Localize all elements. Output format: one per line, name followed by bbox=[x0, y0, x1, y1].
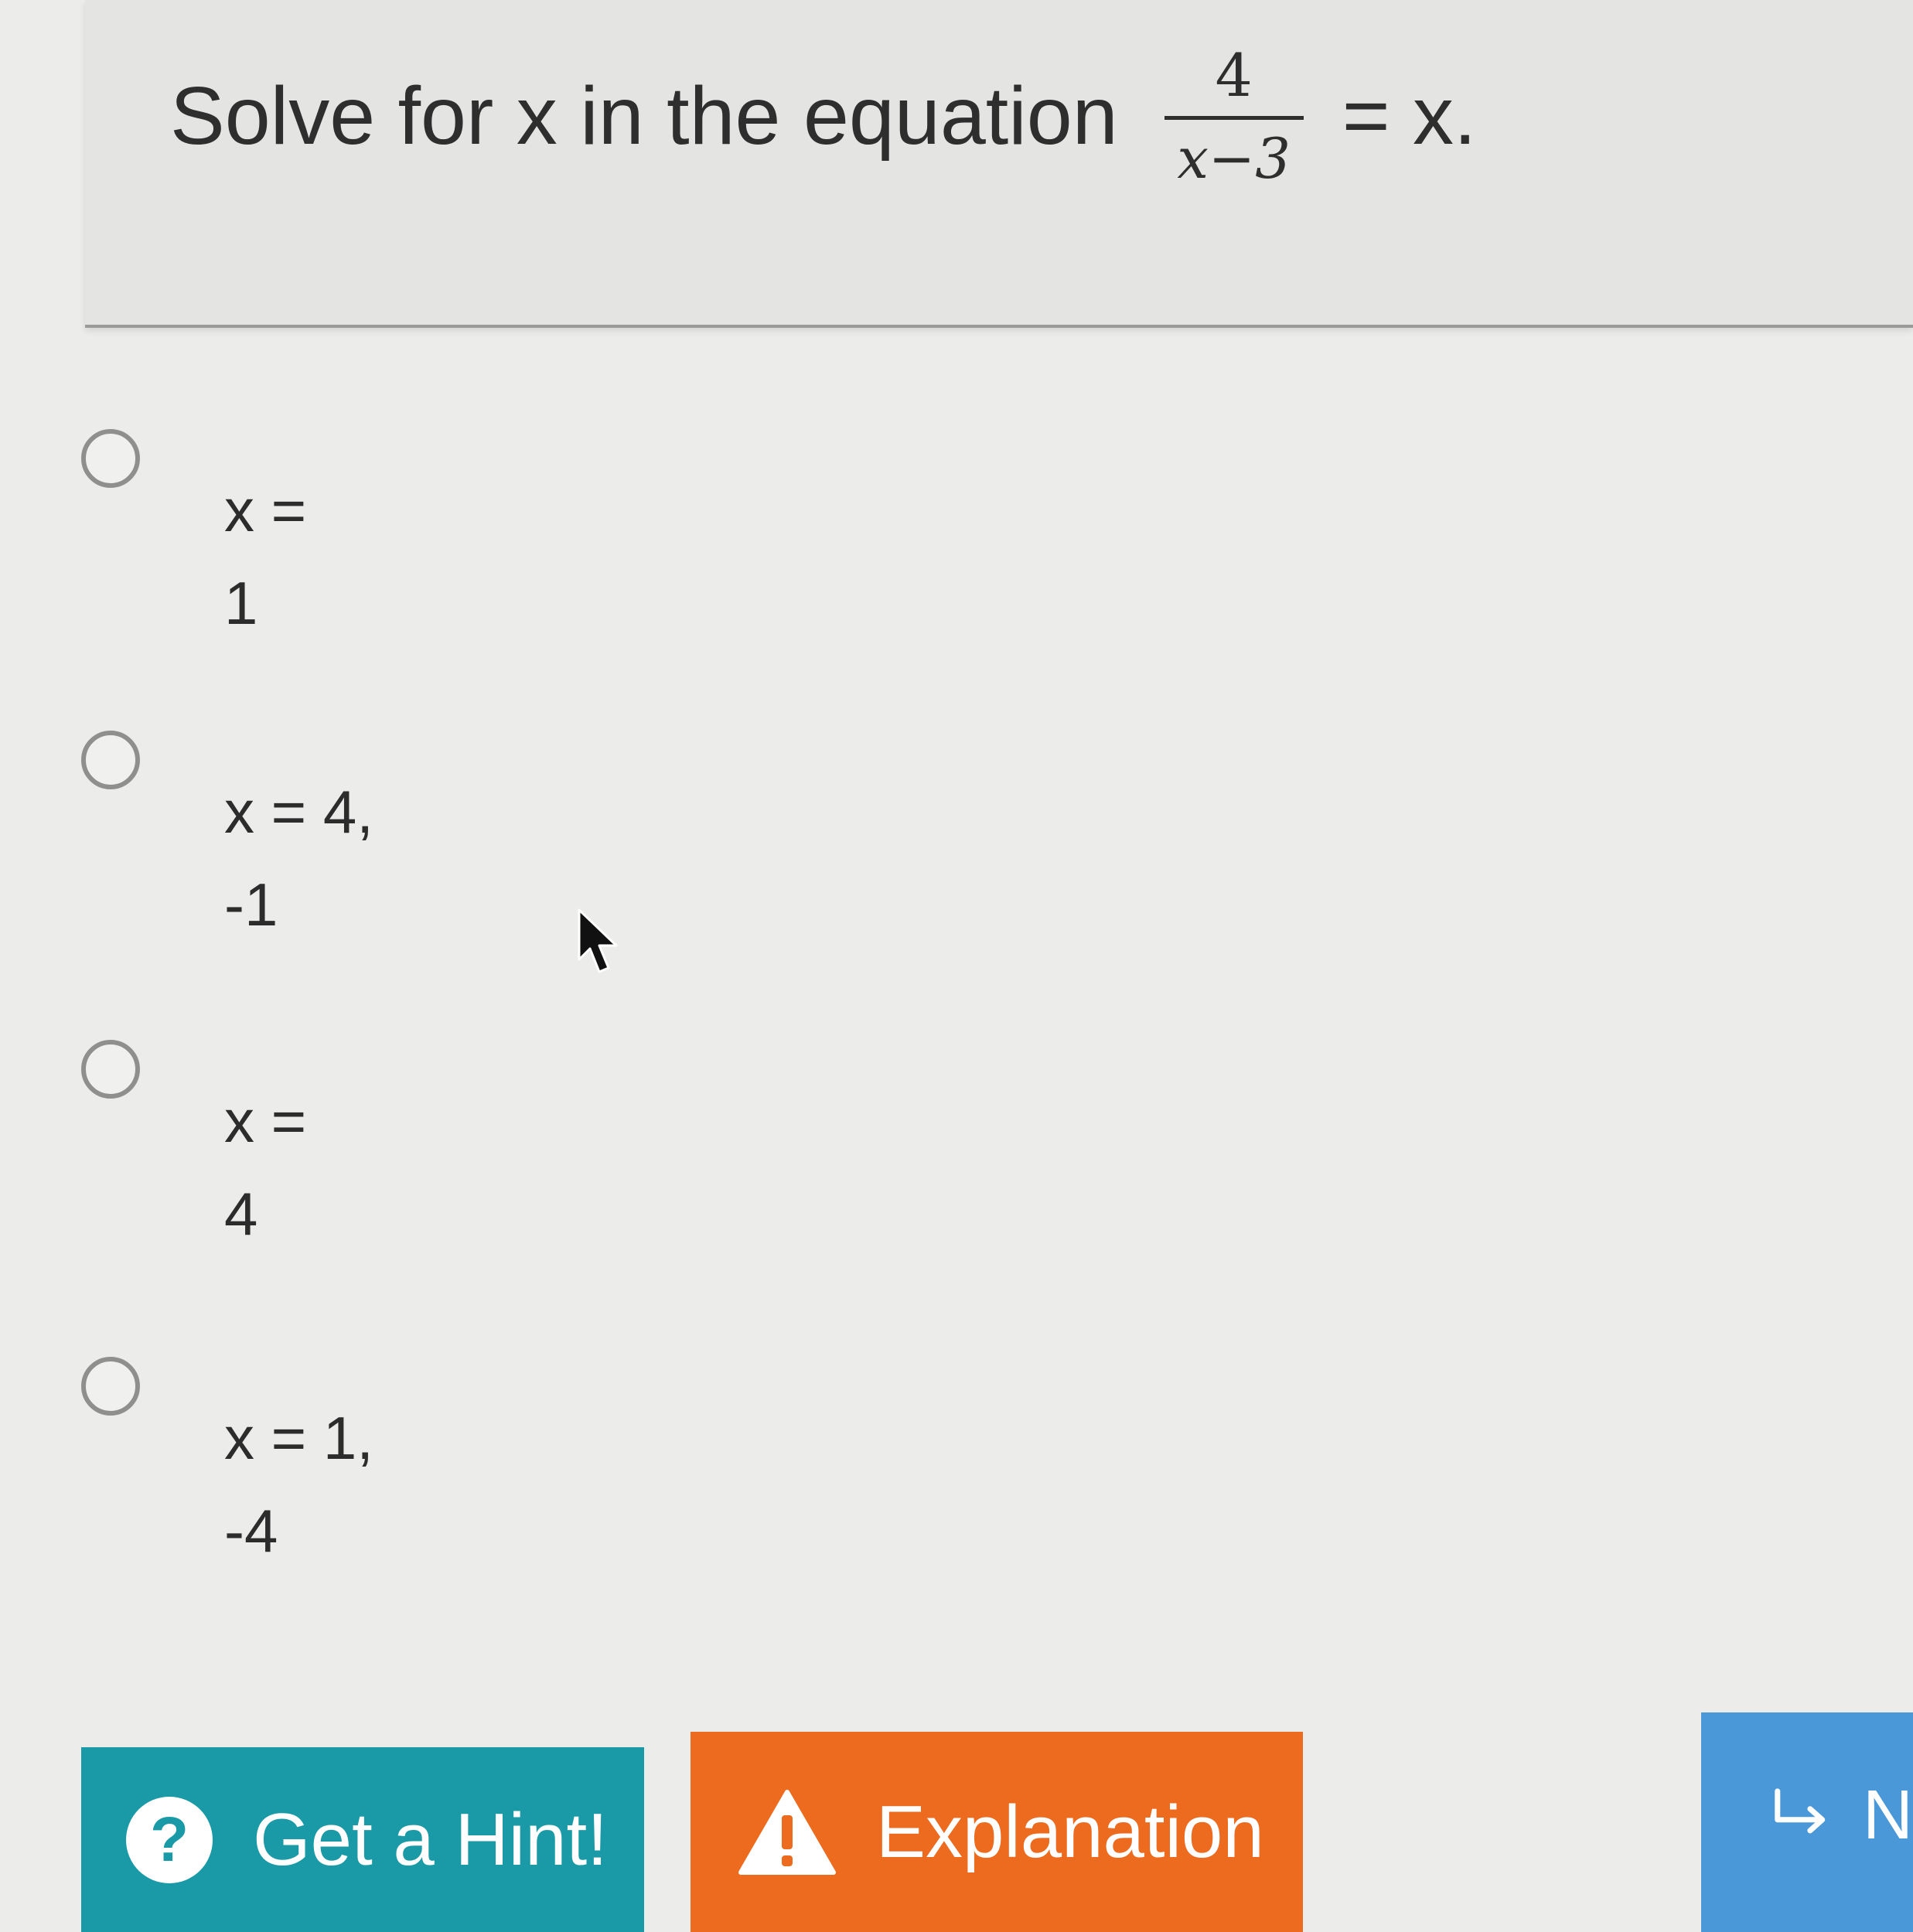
fraction-numerator: 4 bbox=[1215, 41, 1253, 110]
equation-fraction: 4 x−3 bbox=[1164, 41, 1304, 191]
question-prefix: Solve for x in the equation bbox=[170, 70, 1118, 162]
option-line-2: -1 bbox=[224, 871, 278, 939]
mouse-pointer-icon bbox=[578, 908, 618, 973]
radio-button[interactable] bbox=[81, 1357, 140, 1416]
option-line-1: x = bbox=[224, 476, 307, 544]
option-line-2: -4 bbox=[224, 1497, 278, 1565]
hint-button-label: Get a Hint! bbox=[253, 1797, 608, 1881]
explanation-button[interactable]: Explanation bbox=[691, 1732, 1303, 1932]
question-circle-icon: ? bbox=[126, 1796, 213, 1883]
get-hint-button[interactable]: ? Get a Hint! bbox=[81, 1747, 644, 1932]
radio-button[interactable] bbox=[81, 429, 140, 488]
next-button-label: N bbox=[1863, 1777, 1913, 1854]
option-line-2: 1 bbox=[224, 569, 258, 637]
question-panel: Solve for x in the equation 4 x−3 = x. bbox=[85, 0, 1913, 328]
answer-option-1[interactable]: x = 1 bbox=[81, 429, 700, 661]
next-button[interactable]: N bbox=[1701, 1712, 1913, 1932]
option-line-1: x = 1, bbox=[224, 1404, 373, 1472]
option-line-1: x = 4, bbox=[224, 778, 373, 846]
radio-button[interactable] bbox=[81, 1040, 140, 1099]
radio-button[interactable] bbox=[81, 731, 140, 789]
option-line-1: x = bbox=[224, 1087, 307, 1155]
question-text: Solve for x in the equation 4 x−3 = x. bbox=[170, 41, 1477, 191]
fraction-denominator: x−3 bbox=[1177, 126, 1291, 191]
answer-option-4[interactable]: x = 1, -4 bbox=[81, 1357, 700, 1589]
question-suffix: = x. bbox=[1342, 70, 1477, 162]
answer-option-3[interactable]: x = 4 bbox=[81, 1040, 700, 1272]
return-arrow-icon bbox=[1775, 1788, 1826, 1834]
explanation-button-label: Explanation bbox=[876, 1790, 1264, 1873]
option-line-2: 4 bbox=[224, 1180, 258, 1248]
warning-triangle-icon bbox=[738, 1789, 836, 1875]
